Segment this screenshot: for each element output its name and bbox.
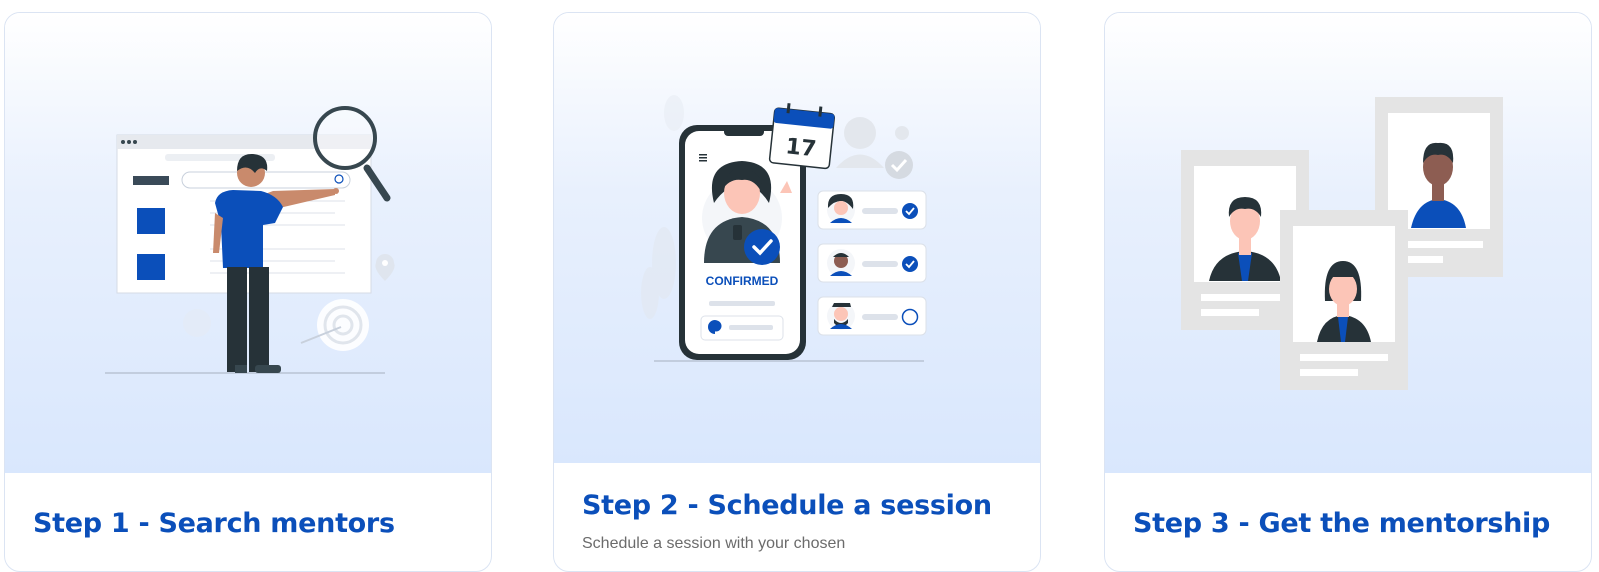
step-card-3[interactable]: Step 3 - Get the mentorship — [1104, 12, 1592, 572]
mentor-row-2 — [817, 243, 927, 283]
step-3-illustration-area — [1105, 13, 1591, 473]
schedule-session-illustration: CONFIRMED 17 — [641, 95, 927, 362]
confirmed-label: CONFIRMED — [706, 274, 779, 288]
profile-card-icon — [1280, 210, 1408, 390]
search-mentors-illustration — [105, 106, 395, 374]
step-card-2[interactable]: CONFIRMED 17 Step 2 - Schedule a session… — [553, 12, 1041, 572]
mentorship-profiles-illustration — [1181, 97, 1503, 390]
step-2-description: Schedule a session with your chosen — [582, 535, 846, 552]
step-1-title: Step 1 - Search mentors — [33, 508, 395, 539]
plant-decoration — [641, 95, 684, 319]
step-3-title: Step 3 - Get the mentorship — [1133, 508, 1551, 539]
location-pin-icon — [375, 254, 395, 281]
target-icon — [300, 299, 369, 351]
mentor-row-1 — [817, 190, 927, 230]
calendar-day: 17 — [784, 134, 817, 162]
step-2-illustration-area: CONFIRMED 17 — [554, 13, 1040, 463]
mentor-list — [817, 190, 927, 336]
calendar-icon: 17 — [768, 103, 836, 170]
ghost-person-icon — [836, 117, 913, 179]
step-2-title: Step 2 - Schedule a session — [582, 490, 992, 521]
step-card-1[interactable]: Step 1 - Search mentors — [4, 12, 492, 572]
mentor-row-3 — [817, 296, 927, 336]
step-1-illustration-area — [5, 13, 491, 473]
